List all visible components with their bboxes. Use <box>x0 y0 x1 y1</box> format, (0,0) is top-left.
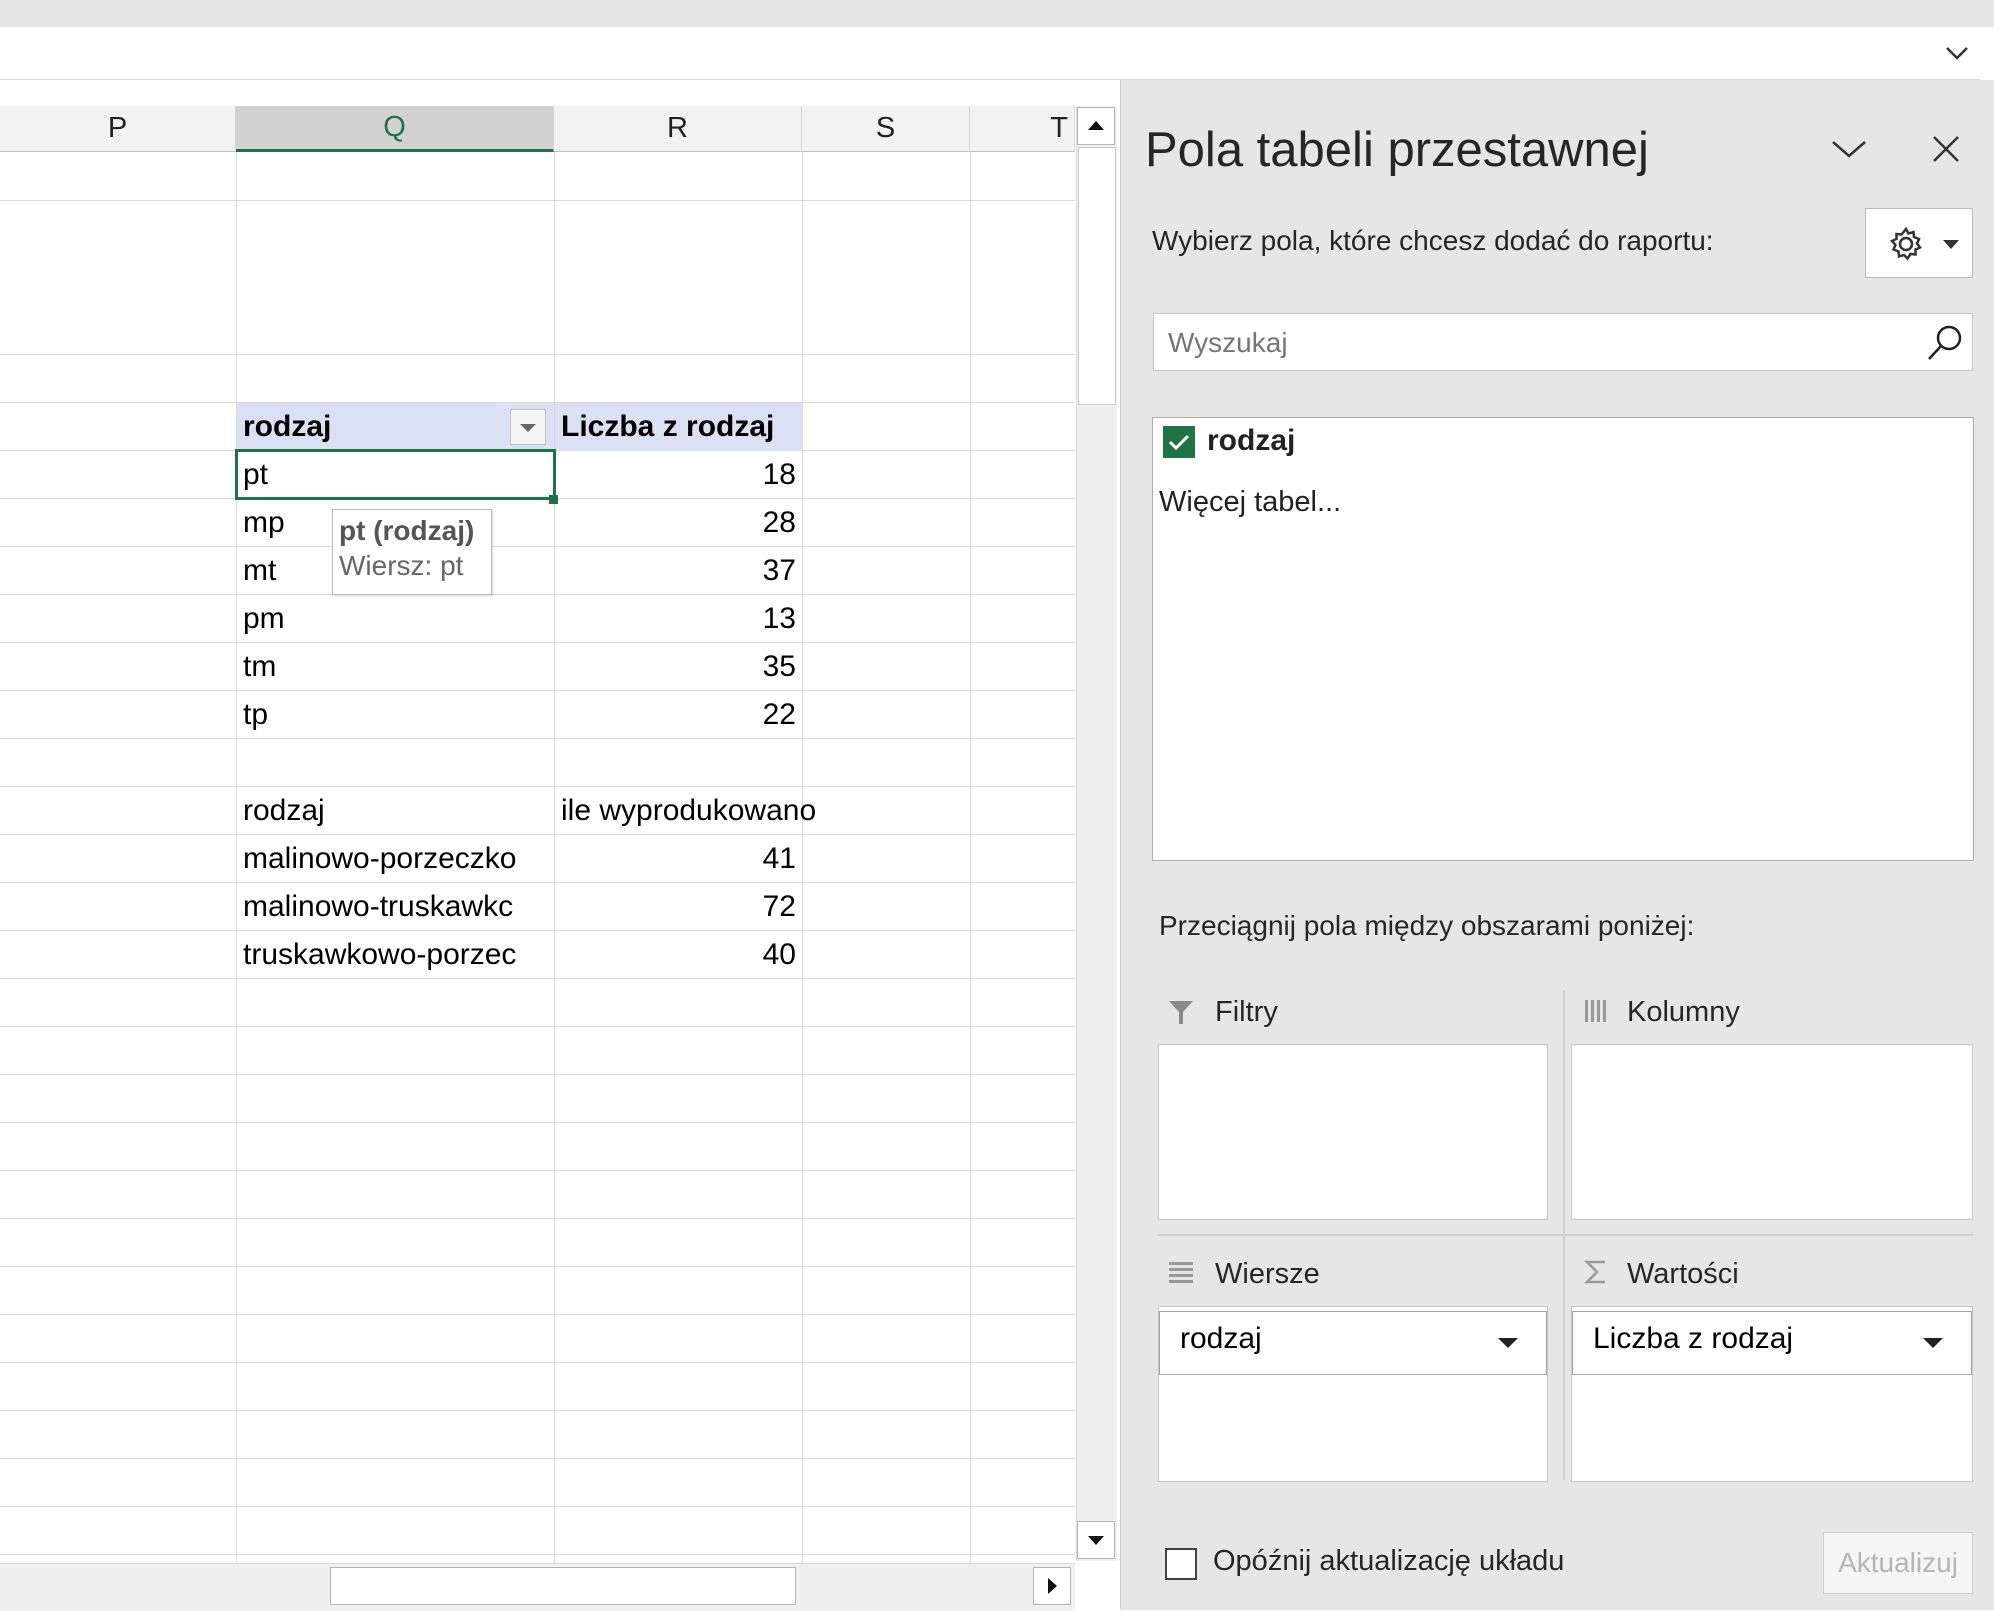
search-icon[interactable] <box>1924 322 1966 364</box>
checkmark-icon <box>1168 434 1190 451</box>
grid-line <box>0 1266 1075 1267</box>
grid-line <box>0 1026 1075 1027</box>
rows-icon <box>1169 1262 1193 1283</box>
search-input[interactable] <box>1166 322 1890 364</box>
dropdown-arrow-icon <box>1943 240 1959 249</box>
pivot-row-value[interactable]: 22 <box>555 691 802 739</box>
pivot-tooltip: pt (rodzaj) Wiersz: pt <box>332 509 492 595</box>
scroll-down-button[interactable] <box>1077 1521 1115 1559</box>
column-header-q[interactable]: Q <box>236 106 554 152</box>
values-field-label: Liczba z rodzaj <box>1593 1322 1794 1355</box>
sigma-icon <box>1583 1260 1605 1284</box>
chevron-down-icon[interactable] <box>1942 38 1972 68</box>
column-header-t[interactable]: T <box>970 106 1075 152</box>
triangle-right-icon <box>1048 1578 1057 1594</box>
columns-icon <box>1585 1000 1606 1022</box>
pivot-row-label[interactable]: tp <box>237 691 554 739</box>
table2-header-label[interactable]: rodzaj <box>237 787 554 835</box>
vertical-scroll-thumb[interactable] <box>1078 147 1116 405</box>
fill-handle[interactable] <box>549 495 558 504</box>
grid-line <box>970 152 971 1568</box>
grid-line <box>0 1362 1075 1363</box>
pivot-row-header-label: rodzaj <box>243 410 332 443</box>
grid-line <box>802 152 803 1568</box>
close-icon[interactable] <box>1929 132 1963 166</box>
table2-row-value[interactable]: 72 <box>555 883 802 931</box>
table2-row-label[interactable]: malinowo-truskawkc <box>237 883 554 931</box>
worksheet-grid[interactable]: P Q R S T rodzaj Liczba z rodzaj pt 18 m… <box>0 80 1075 1568</box>
pivot-row-value[interactable]: 18 <box>555 451 802 499</box>
columns-drop-zone[interactable] <box>1571 1044 1973 1220</box>
pivot-row-label[interactable]: pm <box>237 595 554 643</box>
pivot-row-label[interactable]: tm <box>237 643 554 691</box>
pivot-filter-button[interactable] <box>510 409 546 445</box>
field-label[interactable]: rodzaj <box>1207 424 1295 458</box>
grid-line <box>0 1458 1075 1459</box>
gear-icon <box>1889 226 1922 261</box>
area-divider <box>1158 1234 1973 1236</box>
title-strip <box>0 0 1994 27</box>
dropdown-arrow-icon <box>1498 1338 1518 1348</box>
pivot-row-value[interactable]: 35 <box>555 643 802 691</box>
drag-hint: Przeciągnij pola między obszarami poniże… <box>1159 910 1695 941</box>
pivot-value-header[interactable]: Liczba z rodzaj <box>555 403 802 451</box>
grid-line <box>0 354 1075 355</box>
filter-icon <box>1169 1001 1193 1024</box>
dropdown-arrow-icon <box>1923 1338 1943 1348</box>
field-list[interactable]: rodzaj Więcej tabel... <box>1152 417 1974 861</box>
columns-area-label: Kolumny <box>1627 996 1740 1028</box>
tooltip-title: pt (rodzaj) <box>339 515 475 546</box>
grid-line <box>0 1314 1075 1315</box>
filter-dropdown-icon <box>520 424 536 432</box>
defer-update-checkbox[interactable] <box>1165 1548 1197 1580</box>
rows-field-chip[interactable]: rodzaj <box>1159 1311 1547 1375</box>
grid-line <box>0 1218 1075 1219</box>
defer-update-label: Opóźnij aktualizację układu <box>1213 1545 1565 1577</box>
grid-line <box>0 1506 1075 1507</box>
values-area-label: Wartości <box>1627 1258 1739 1290</box>
filters-area-label: Filtry <box>1215 996 1278 1028</box>
column-header-r[interactable]: R <box>554 106 802 152</box>
rows-field-label: rodzaj <box>1180 1322 1262 1355</box>
chevron-down-icon[interactable] <box>1829 134 1869 164</box>
scroll-up-button[interactable] <box>1077 107 1115 145</box>
scroll-right-button[interactable] <box>1033 1567 1071 1605</box>
more-tables-link[interactable]: Więcej tabel... <box>1159 486 1341 519</box>
active-cell-outline <box>235 449 556 500</box>
triangle-down-icon <box>1088 1536 1104 1545</box>
grid-line <box>0 1122 1075 1123</box>
table2-header-value[interactable]: ile wyprodukowano <box>555 787 875 835</box>
column-header-p[interactable]: P <box>0 106 236 152</box>
grid-line <box>0 1554 1075 1555</box>
tooltip-detail: Wiersz: pt <box>339 550 464 581</box>
grid-line <box>0 1170 1075 1171</box>
pane-title: Pola tabeli przestawnej <box>1145 123 1649 177</box>
table2-row-value[interactable]: 41 <box>555 835 802 883</box>
settings-button[interactable] <box>1865 208 1973 278</box>
pivot-row-value[interactable]: 13 <box>555 595 802 643</box>
horizontal-scroll-thumb[interactable] <box>330 1567 796 1605</box>
triangle-up-icon <box>1088 121 1104 130</box>
table2-row-label[interactable]: malinowo-porzeczko <box>237 835 554 883</box>
pivot-field-pane: Pola tabeli przestawnej Wybierz pola, kt… <box>1120 80 1994 1610</box>
filters-drop-zone[interactable] <box>1158 1044 1548 1220</box>
pane-subtitle: Wybierz pola, które chcesz dodać do rapo… <box>1152 225 1714 256</box>
pivot-row-value[interactable]: 37 <box>555 547 802 595</box>
grid-line <box>0 1410 1075 1411</box>
formula-bar[interactable] <box>0 27 1980 80</box>
field-checkbox[interactable] <box>1163 426 1195 458</box>
pivot-row-header[interactable]: rodzaj <box>237 403 554 451</box>
grid-line <box>0 1074 1075 1075</box>
search-box[interactable] <box>1153 313 1973 371</box>
table2-row-value[interactable]: 40 <box>555 931 802 979</box>
rows-area-label: Wiersze <box>1215 1258 1320 1290</box>
grid-line <box>0 200 1075 201</box>
update-button[interactable]: Aktualizuj <box>1823 1532 1973 1594</box>
values-field-chip[interactable]: Liczba z rodzaj <box>1572 1311 1972 1375</box>
table2-row-label[interactable]: truskawkowo-porzec <box>237 931 554 979</box>
column-header-s[interactable]: S <box>802 106 970 152</box>
pivot-row-value[interactable]: 28 <box>555 499 802 547</box>
